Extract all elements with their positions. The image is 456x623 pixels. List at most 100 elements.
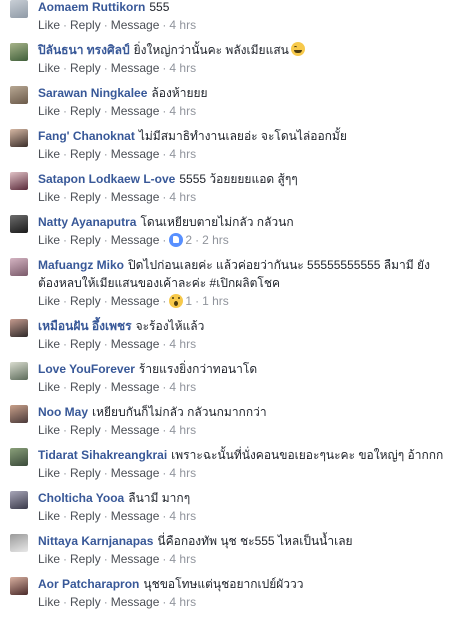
separator-dot: · [162, 294, 167, 308]
avatar[interactable] [10, 534, 28, 552]
comment-timestamp[interactable]: 4 hrs [169, 337, 196, 351]
comment-timestamp[interactable]: 4 hrs [169, 104, 196, 118]
avatar[interactable] [10, 448, 28, 466]
avatar[interactable] [10, 215, 28, 233]
separator-dot: · [162, 18, 167, 32]
reply-link[interactable]: Reply [70, 552, 101, 566]
reply-link[interactable]: Reply [70, 466, 101, 480]
comment-author[interactable]: Satapon Lodkaew L-ove [38, 172, 175, 186]
avatar[interactable] [10, 319, 28, 337]
like-link[interactable]: Like [38, 147, 60, 161]
comment: Cholticha Yooa ลืนามี มากๆ Like · Reply · Mess… [0, 487, 456, 530]
separator-dot: · [162, 466, 167, 480]
avatar[interactable] [10, 577, 28, 595]
like-link[interactable]: Like [38, 104, 60, 118]
message-link[interactable]: Message [111, 337, 160, 351]
message-link[interactable]: Message [111, 18, 160, 32]
message-link[interactable]: Message [111, 380, 160, 394]
like-link[interactable]: Like [38, 233, 60, 247]
comment-author[interactable]: Noo May [38, 405, 88, 419]
comment-author[interactable]: เหมือนฝัน อึ้งเพชร [38, 319, 132, 333]
like-link[interactable]: Like [38, 61, 60, 75]
reply-link[interactable]: Reply [70, 233, 101, 247]
message-link[interactable]: Message [111, 190, 160, 204]
like-link[interactable]: Like [38, 380, 60, 394]
comment-author[interactable]: Mafuangz Miko [38, 258, 124, 272]
comment-timestamp[interactable]: 4 hrs [169, 552, 196, 566]
comment: Mafuangz Miko ปิดไปก่อนเลยค่ะ แล้วค่อยว่า… [0, 254, 456, 315]
message-link[interactable]: Message [111, 552, 160, 566]
comment-text: โดนเหยียบตายไม่กลัว กลัวนก [140, 215, 294, 229]
reply-link[interactable]: Reply [70, 380, 101, 394]
like-reaction-icon[interactable] [169, 233, 184, 247]
comment-timestamp[interactable]: 4 hrs [169, 190, 196, 204]
comment-timestamp[interactable]: 4 hrs [169, 380, 196, 394]
reply-link[interactable]: Reply [70, 18, 101, 32]
wow-reaction-icon[interactable] [169, 294, 184, 308]
comment-timestamp[interactable]: 1 hrs [202, 294, 229, 308]
like-link[interactable]: Like [38, 294, 60, 308]
comment-timestamp[interactable]: 4 hrs [169, 466, 196, 480]
message-link[interactable]: Message [111, 595, 160, 609]
message-link[interactable]: Message [111, 233, 160, 247]
reply-link[interactable]: Reply [70, 337, 101, 351]
like-link[interactable]: Like [38, 337, 60, 351]
avatar[interactable] [10, 362, 28, 380]
message-link[interactable]: Message [111, 423, 160, 437]
comment-timestamp[interactable]: 4 hrs [169, 509, 196, 523]
avatar[interactable] [10, 258, 28, 276]
like-link[interactable]: Like [38, 552, 60, 566]
comment-text: จะร้องไห้แล้ว [135, 319, 205, 333]
comment-timestamp[interactable]: 2 hrs [202, 233, 229, 247]
avatar[interactable] [10, 405, 28, 423]
like-link[interactable]: Like [38, 466, 60, 480]
comment-timestamp[interactable]: 4 hrs [169, 423, 196, 437]
avatar[interactable] [10, 491, 28, 509]
message-link[interactable]: Message [111, 61, 160, 75]
reply-link[interactable]: Reply [70, 509, 101, 523]
reply-link[interactable]: Reply [70, 595, 101, 609]
comment-timestamp[interactable]: 4 hrs [169, 147, 196, 161]
comment-author[interactable]: ปิลันธนา ทรงศิลป์ [38, 43, 130, 57]
comment-author[interactable]: Aor Patcharapron [38, 577, 139, 591]
comment-author[interactable]: Cholticha Yooa [38, 491, 124, 505]
avatar[interactable] [10, 0, 28, 18]
reply-link[interactable]: Reply [70, 147, 101, 161]
avatar[interactable] [10, 129, 28, 147]
reply-link[interactable]: Reply [70, 104, 101, 118]
reply-link[interactable]: Reply [70, 190, 101, 204]
reply-link[interactable]: Reply [70, 423, 101, 437]
like-link[interactable]: Like [38, 18, 60, 32]
comment-timestamp[interactable]: 4 hrs [169, 61, 196, 75]
reaction-count[interactable]: 1 [185, 294, 192, 308]
comment-body: Love YouForever ร้ายแรงยิ่งกว่าทอนาโด [38, 358, 450, 378]
message-link[interactable]: Message [111, 294, 160, 308]
message-link[interactable]: Message [111, 147, 160, 161]
message-link[interactable]: Message [111, 466, 160, 480]
like-link[interactable]: Like [38, 190, 60, 204]
separator-dot: · [63, 294, 68, 308]
comment-timestamp[interactable]: 4 hrs [169, 595, 196, 609]
like-link[interactable]: Like [38, 595, 60, 609]
comment-author[interactable]: Love YouForever [38, 362, 135, 376]
like-link[interactable]: Like [38, 509, 60, 523]
comment-author[interactable]: Tidarat Sihakreangkrai [38, 448, 167, 462]
comment-timestamp[interactable]: 4 hrs [169, 18, 196, 32]
reply-link[interactable]: Reply [70, 294, 101, 308]
comment-author[interactable]: Aomaem Ruttikorn [38, 0, 145, 14]
separator-dot: · [103, 294, 108, 308]
avatar[interactable] [10, 43, 28, 61]
avatar[interactable] [10, 86, 28, 104]
comment-text: ลืนามี มากๆ [128, 491, 191, 505]
avatar[interactable] [10, 172, 28, 190]
comment-author[interactable]: Sarawan Ningkalee [38, 86, 147, 100]
like-link[interactable]: Like [38, 423, 60, 437]
reaction-count[interactable]: 2 [185, 233, 192, 247]
comment-author[interactable]: Fang' Chanoknat [38, 129, 135, 143]
message-link[interactable]: Message [111, 104, 160, 118]
reply-link[interactable]: Reply [70, 61, 101, 75]
separator-dot: · [103, 595, 108, 609]
comment-author[interactable]: Natty Ayanaputra [38, 215, 136, 229]
comment-author[interactable]: Nittaya Karnjanapas [38, 534, 153, 548]
message-link[interactable]: Message [111, 509, 160, 523]
